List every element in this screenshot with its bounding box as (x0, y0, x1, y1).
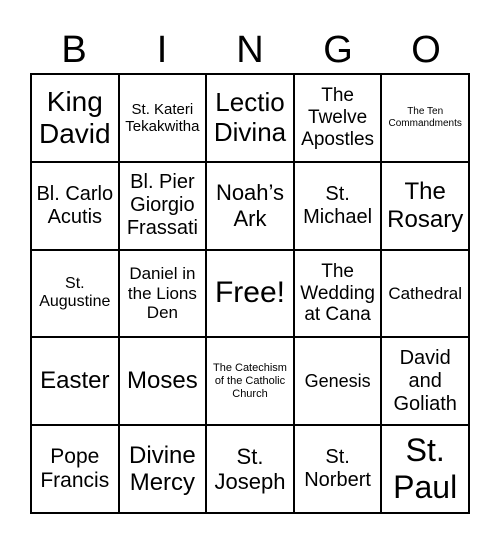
cell-label: Easter (40, 367, 110, 395)
cell-label: David and Goliath (393, 346, 457, 415)
bingo-cell[interactable]: Cathedral (381, 249, 469, 338)
header-letter-b: B (61, 29, 87, 71)
bingo-cell[interactable]: Pope Francis (31, 425, 119, 513)
cell-label: St. Kateri Tekakwitha (125, 100, 200, 135)
bingo-cell[interactable]: King David (31, 74, 119, 162)
cell-label: Divine Mercy (129, 441, 196, 497)
cell-label: The Twelve Apostles (301, 85, 375, 150)
bingo-cell[interactable]: David and Goliath (381, 337, 469, 426)
cell-label: The Wedding at Cana (300, 260, 375, 326)
bingo-cell[interactable]: St. Augustine (31, 249, 119, 338)
cell-label: St. Augustine (39, 275, 111, 311)
bingo-cell[interactable]: St. Michael (293, 161, 382, 250)
header-letter-n: N (236, 29, 264, 71)
bingo-cell[interactable]: The Catechism of the Catholic Church (206, 337, 294, 426)
bingo-cell[interactable]: Genesis (293, 337, 382, 426)
bingo-cell[interactable]: The Wedding at Cana (293, 249, 382, 338)
cell-label: Noah’s Ark (215, 180, 285, 231)
bingo-cell[interactable]: The Rosary (381, 161, 469, 250)
bingo-cell[interactable]: Daniel in the Lions Den (118, 249, 207, 338)
bingo-cell[interactable]: Lectio Divina (206, 74, 294, 162)
cell-label: The Ten Commandments (388, 106, 462, 129)
bingo-cell[interactable]: St. Paul (381, 425, 469, 513)
header-letter-o: O (411, 29, 441, 71)
cell-label: Moses (127, 367, 198, 395)
cell-label: Pope Francis (40, 444, 110, 493)
cell-label: Genesis (304, 370, 371, 391)
bingo-cell[interactable]: St. Norbert (293, 425, 382, 513)
cell-label: Lectio Divina (213, 87, 287, 147)
cell-label: The Catechism of the Catholic Church (212, 362, 287, 400)
cell-label: Bl. Pier Giorgio Frassati (126, 171, 198, 240)
bingo-cell[interactable]: Moses (118, 337, 207, 426)
bingo-grid: King David St. Kateri Tekakwitha Lectio Di… (30, 73, 470, 514)
free-space-cell[interactable]: Free! (206, 249, 294, 338)
bingo-cell[interactable]: The Ten Commandments (381, 74, 469, 162)
cell-label: St. Michael (303, 182, 373, 228)
cell-label: Free! (214, 276, 285, 310)
cell-label: King David (39, 85, 111, 149)
bingo-cell[interactable]: Bl. Carlo Acutis (31, 161, 119, 250)
header-letter-g: G (323, 29, 353, 71)
cell-label: St. Norbert (304, 446, 371, 492)
bingo-cell[interactable]: Divine Mercy (118, 425, 207, 513)
bingo-cell[interactable]: The Twelve Apostles (293, 74, 382, 162)
cell-label: St. Paul (393, 432, 458, 506)
bingo-header: BINGO (30, 28, 470, 72)
bingo-cell[interactable]: St. Kateri Tekakwitha (118, 74, 207, 162)
cell-label: Cathedral (388, 283, 463, 303)
bingo-cell[interactable]: St. Joseph (206, 425, 294, 513)
header-letter-i: I (156, 29, 168, 71)
bingo-cell[interactable]: Easter (31, 337, 119, 426)
cell-label: St. Joseph (214, 443, 286, 495)
cell-label: Bl. Carlo Acutis (36, 182, 114, 228)
bingo-cell[interactable]: Bl. Pier Giorgio Frassati (118, 161, 207, 250)
cell-label: The Rosary (387, 178, 464, 233)
bingo-cell[interactable]: Noah’s Ark (206, 161, 294, 250)
cell-label: Daniel in the Lions Den (127, 264, 197, 323)
